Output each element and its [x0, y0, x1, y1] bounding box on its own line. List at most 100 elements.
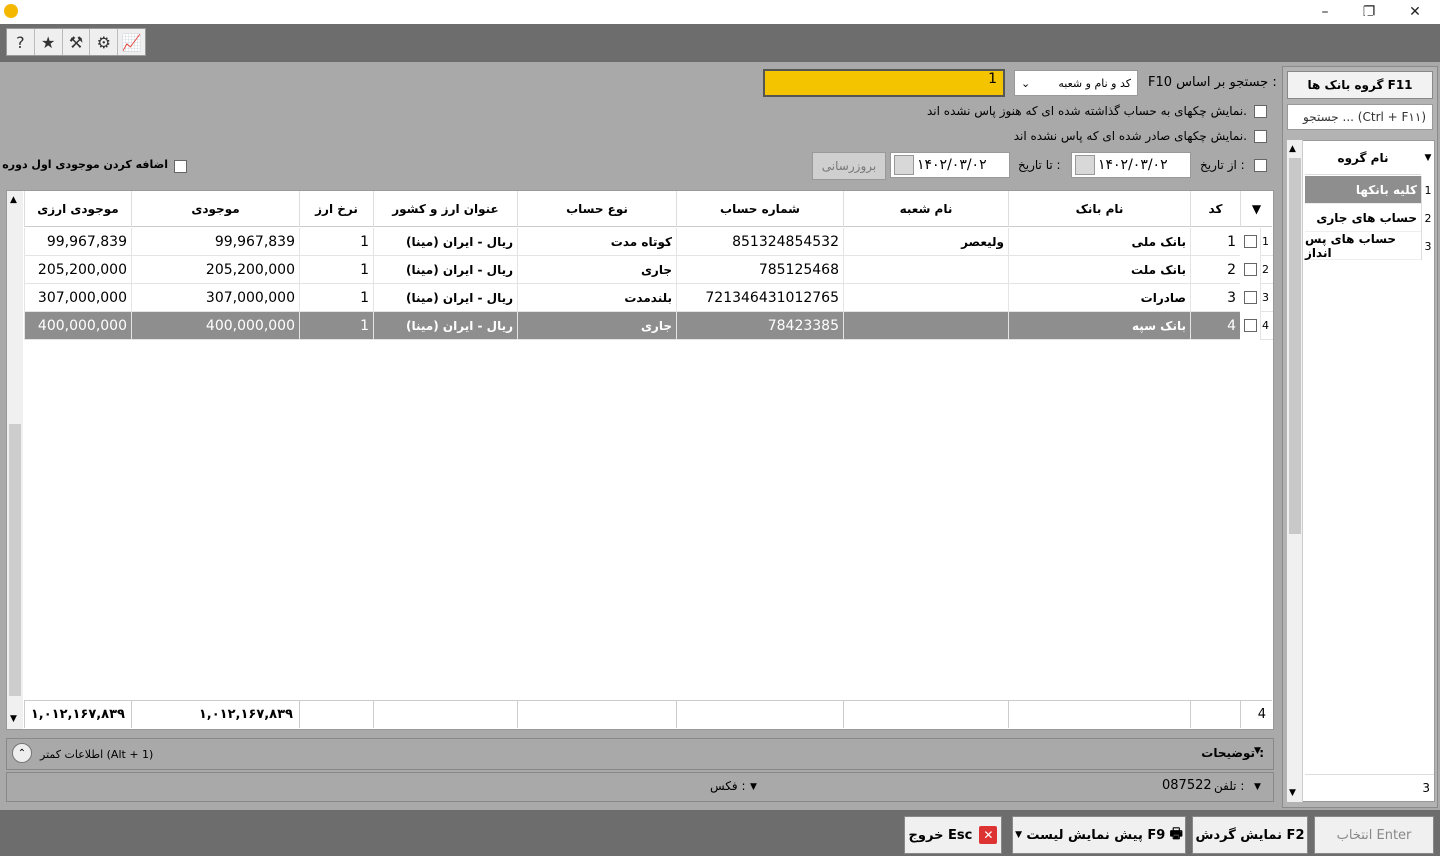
description-panel: [6, 738, 1274, 770]
cell-currency: ریال - ایران (مینا): [373, 228, 517, 256]
chevron-down-icon[interactable]: ▼: [750, 782, 757, 792]
cell-balance: 400,000,000: [131, 312, 299, 340]
chevron-down-icon: ⌄: [1021, 76, 1031, 90]
to-date-label: تا تاریخ :: [1018, 158, 1061, 172]
group-name-header[interactable]: نام گروه: [1305, 141, 1421, 175]
cell-bank-name: صادرات: [1008, 284, 1190, 312]
show-issued-cheques-label: نمایش چکهای صادر شده ای که پاس نشده اند.: [1013, 129, 1247, 143]
show-issued-cheques-checkbox[interactable]: [1254, 130, 1267, 143]
search-mode-value: کد و نام و شعبه: [1058, 76, 1131, 90]
cell-branch: ولیعصر: [843, 228, 1008, 256]
chevron-down-icon[interactable]: ▼: [1254, 782, 1261, 792]
search-mode-select[interactable]: ⌄ کد و نام و شعبه: [1014, 70, 1138, 96]
cell-currency: ریال - ایران (مینا): [373, 284, 517, 312]
cell-balance: 307,000,000: [131, 284, 299, 312]
footer-cell: [843, 700, 1008, 728]
to-date-field[interactable]: ۱۴۰۲/۰۳/۰۲: [890, 152, 1010, 178]
add-opening-balance-checkbox[interactable]: [174, 160, 187, 173]
group-scroll-thumb[interactable]: [1289, 158, 1301, 534]
gear-icon[interactable]: ⚙: [90, 29, 119, 55]
close-icon: ✕: [979, 826, 998, 844]
chevron-down-icon[interactable]: ▼: [1422, 141, 1434, 175]
cell-rate: 1: [299, 312, 373, 340]
column-header-fx-balance[interactable]: موجودی ارزی: [24, 191, 131, 227]
cell-account-type: کوتاه مدت: [517, 228, 676, 256]
cell-account-number: 721346431012765: [676, 284, 843, 312]
cell-fx-balance: 400,000,000: [24, 312, 131, 340]
cell-branch: [843, 256, 1008, 284]
scroll-down-icon[interactable]: ▼: [10, 714, 17, 724]
row-index: 1: [1260, 228, 1273, 256]
cell-balance: 205,200,000: [131, 256, 299, 284]
exit-button[interactable]: خروج Esc ✕: [904, 816, 1002, 854]
from-date-field[interactable]: ۱۴۰۲/۰۳/۰۲: [1071, 152, 1191, 178]
calendar-icon[interactable]: [894, 155, 914, 175]
cell-account-type: جاری: [517, 312, 676, 340]
column-header-code[interactable]: کد: [1190, 191, 1240, 227]
calendar-icon[interactable]: [1075, 155, 1095, 175]
group-item-savings-accounts[interactable]: حساب های پس انداز: [1305, 232, 1421, 260]
column-menu-icon[interactable]: ▼: [1240, 191, 1272, 227]
scroll-up-icon[interactable]: ▲: [1289, 144, 1296, 154]
group-item-all-banks[interactable]: کلیه بانکها: [1305, 176, 1421, 204]
column-header-account-number[interactable]: شماره حساب: [676, 191, 843, 227]
cell-code: 2: [1190, 256, 1240, 284]
tools-icon[interactable]: ⚒: [63, 29, 91, 55]
row-checkbox[interactable]: [1244, 291, 1257, 304]
row-checkbox[interactable]: [1244, 319, 1257, 332]
printer-icon: 🖶: [1169, 826, 1183, 842]
show-deposited-cheques-checkbox[interactable]: [1254, 105, 1267, 118]
from-date-label: از تاریخ :: [1200, 158, 1245, 172]
balance-total: ۱,۰۱۲,۱۶۷,۸۳۹: [131, 700, 299, 728]
search-input[interactable]: 1: [763, 69, 1005, 97]
column-header-rate[interactable]: نرخ ارز: [299, 191, 373, 227]
update-button[interactable]: بروزرسانی: [812, 152, 886, 180]
toolbar: ? ★ ⚒ ⚙ 📈: [6, 28, 146, 56]
chevron-down-icon[interactable]: ▼: [1254, 746, 1261, 756]
row-checkbox[interactable]: [1244, 235, 1257, 248]
column-header-branch[interactable]: نام شعبه: [843, 191, 1008, 227]
preview-list-button[interactable]: ▼ پیش نمایش لیست F9 🖶: [1012, 816, 1186, 854]
date-filter-checkbox[interactable]: [1254, 159, 1267, 172]
cell-code: 3: [1190, 284, 1240, 312]
star-icon[interactable]: ★: [35, 29, 63, 55]
table-scroll-thumb[interactable]: [9, 424, 21, 696]
footer-cell: [373, 700, 517, 728]
cell-bank-name: بانک ملت: [1008, 256, 1190, 284]
column-header-bank-name[interactable]: نام بانک: [1008, 191, 1190, 227]
help-icon[interactable]: ?: [7, 29, 35, 55]
group-count: 3: [1305, 774, 1434, 800]
row-index: 3: [1260, 284, 1273, 312]
group-search-input[interactable]: جستجو ... (Ctrl + F۱۱): [1287, 104, 1433, 130]
cell-code: 1: [1190, 228, 1240, 256]
row-index: 2: [1260, 256, 1273, 284]
cell-currency: ریال - ایران (مینا): [373, 256, 517, 284]
scroll-up-icon[interactable]: ▲: [10, 195, 17, 205]
cell-rate: 1: [299, 228, 373, 256]
scroll-down-icon[interactable]: ▼: [1289, 788, 1296, 798]
show-turnover-button[interactable]: نمایش گردش F2: [1192, 816, 1308, 854]
less-info-toggle[interactable]: اطلاعات کمتر (Alt + 1): [40, 748, 153, 761]
chevron-down-icon: ▼: [1015, 830, 1023, 840]
fax-label: فکس :: [710, 779, 746, 793]
bank-groups-button[interactable]: گروه بانک ها F11: [1287, 71, 1433, 99]
contact-panel: [6, 772, 1274, 802]
row-index: 4: [1260, 312, 1273, 340]
show-deposited-cheques-label: نمایش چکهای به حساب گذاشته شده ای که هنو…: [927, 104, 1247, 118]
select-button[interactable]: انتخاب Enter: [1314, 816, 1434, 854]
column-header-account-type[interactable]: نوع حساب: [517, 191, 676, 227]
group-item-current-accounts[interactable]: حساب های جاری: [1305, 204, 1421, 232]
cell-account-number: 78423385: [676, 312, 843, 340]
footer-cell: [299, 700, 373, 728]
collapse-icon[interactable]: ⌃: [12, 743, 32, 763]
cell-fx-balance: 205,200,000: [24, 256, 131, 284]
window-titlebar: [0, 0, 1440, 24]
cell-balance: 99,967,839: [131, 228, 299, 256]
row-checkbox[interactable]: [1244, 263, 1257, 276]
chart-icon[interactable]: 📈: [118, 29, 145, 55]
column-header-currency[interactable]: عنوان ارز و کشور: [373, 191, 517, 227]
column-header-balance[interactable]: موجودی: [131, 191, 299, 227]
row-count: 4: [1240, 700, 1272, 728]
cell-branch: [843, 284, 1008, 312]
cell-account-type: بلندمدت: [517, 284, 676, 312]
